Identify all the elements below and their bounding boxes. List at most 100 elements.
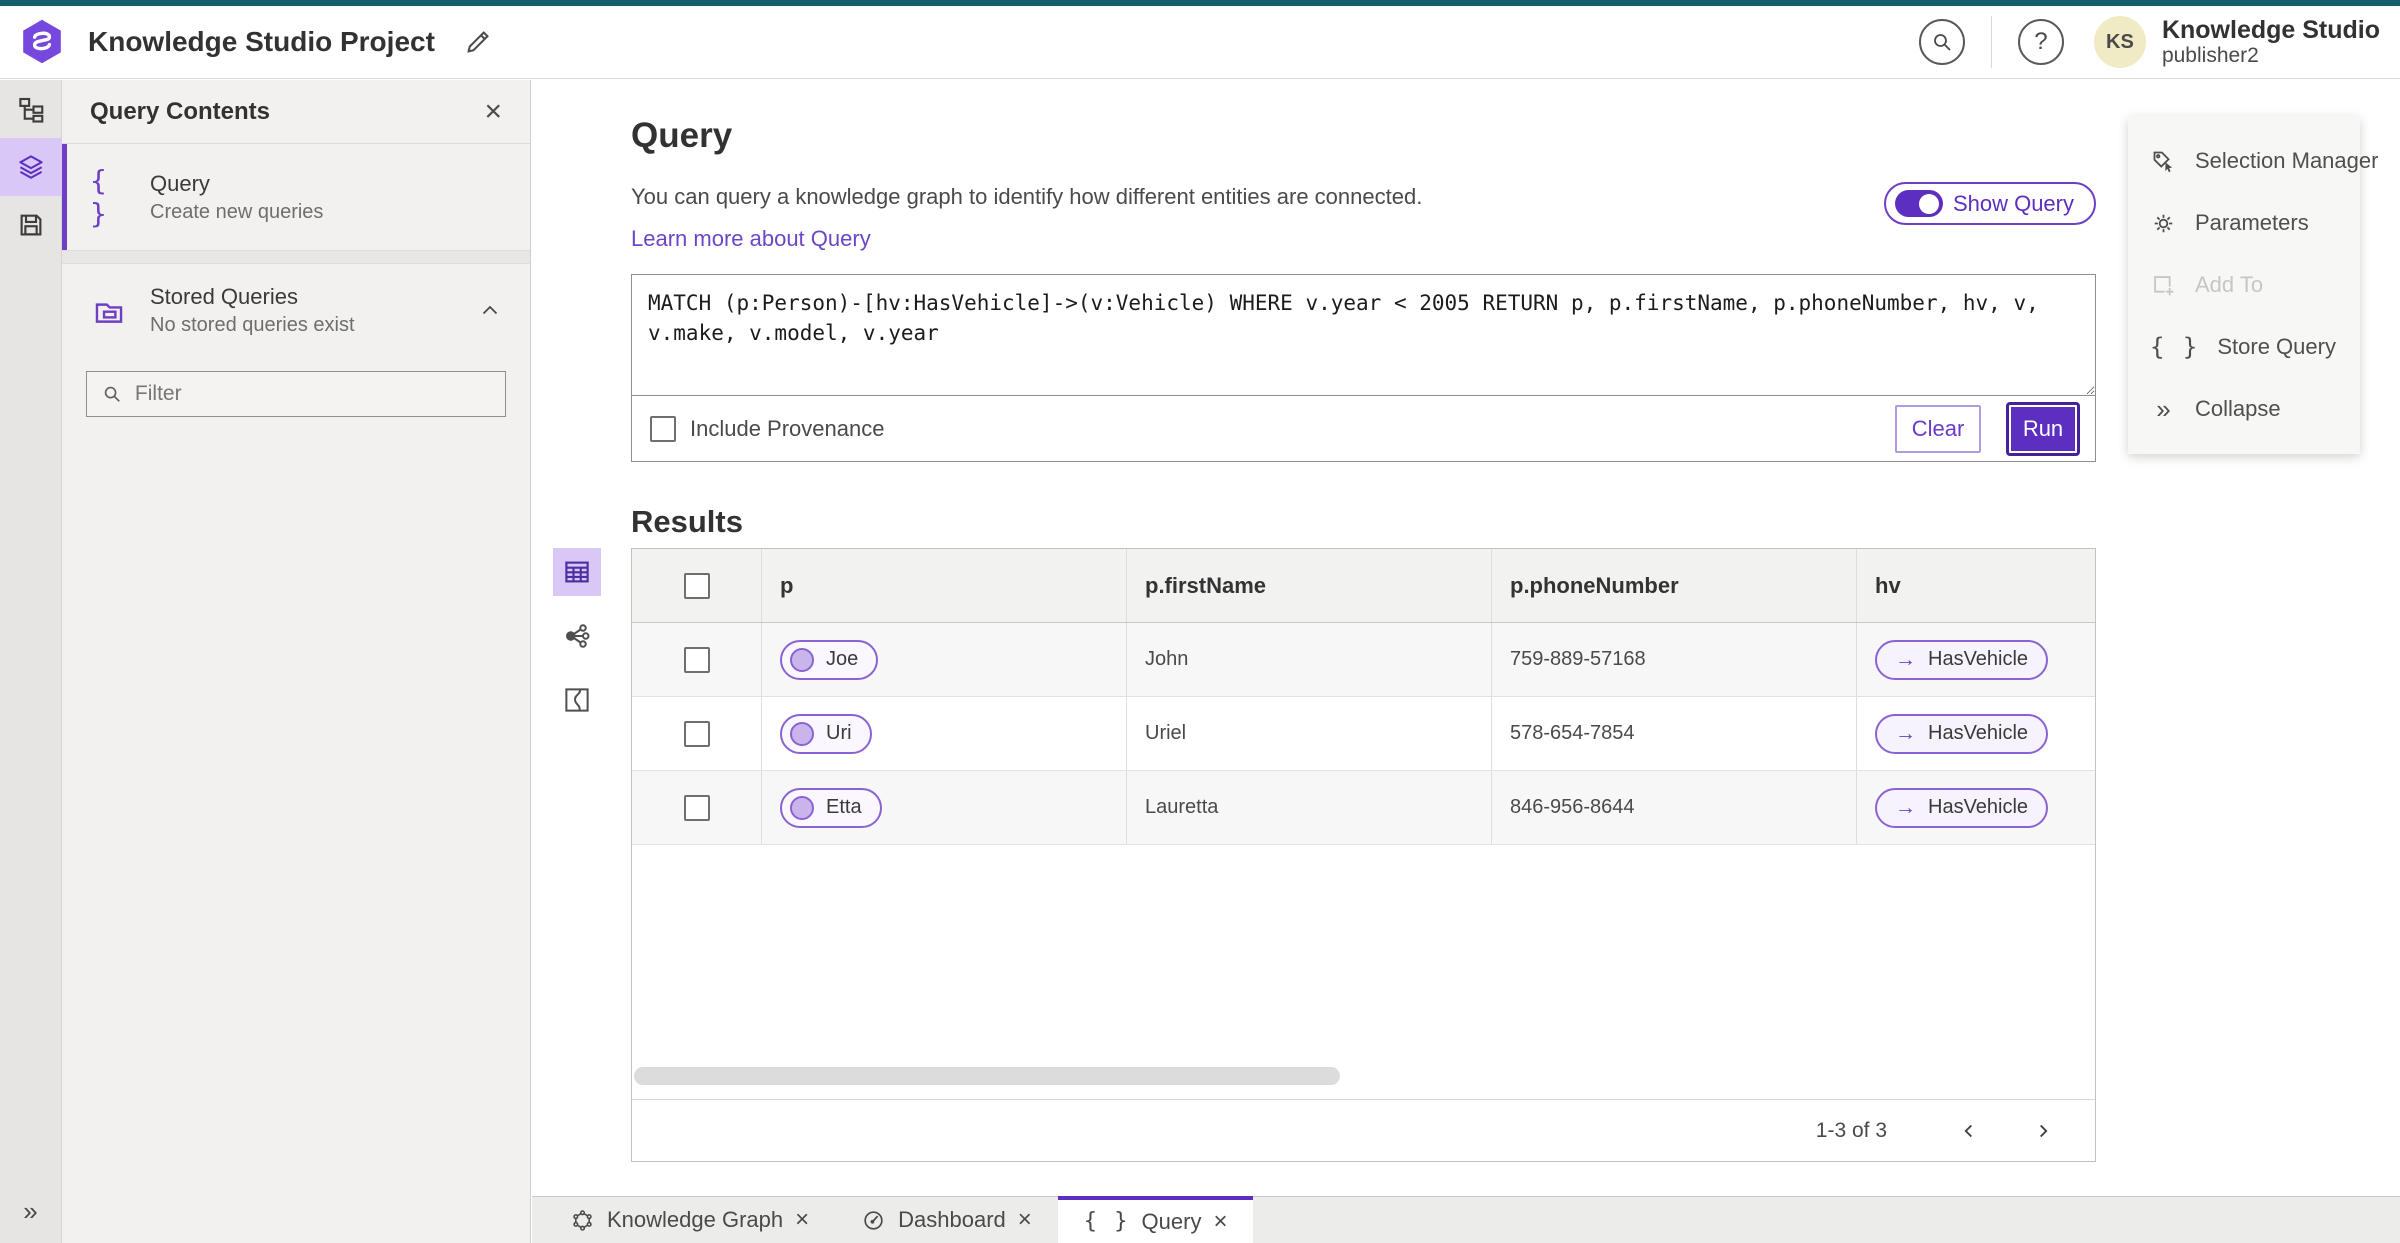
hierarchy-icon — [18, 97, 43, 123]
edit-title-button[interactable] — [463, 25, 497, 59]
panel-item-title: Stored Queries — [150, 284, 298, 309]
row-checkbox[interactable] — [683, 646, 710, 673]
filter-input[interactable] — [134, 382, 491, 406]
row-checkbox[interactable] — [683, 720, 710, 747]
row-checkbox[interactable] — [683, 794, 710, 821]
run-button[interactable]: Run — [2006, 401, 2080, 456]
select-all-checkbox[interactable] — [683, 572, 710, 599]
user-role: publisher2 — [2161, 44, 2259, 68]
query-contents-panel: Query Contents × { } Query Create new qu… — [62, 80, 531, 1243]
firstname-cell: John — [1127, 623, 1492, 696]
column-header-hv[interactable]: hv — [1857, 549, 2095, 622]
tool-label: Selection Manager — [2195, 148, 2379, 173]
selection-manager-button[interactable]: Selection Manager — [2128, 130, 2378, 192]
table-view-button[interactable] — [553, 548, 601, 596]
layers-rail-button[interactable] — [0, 138, 62, 196]
table-row: Uri Uriel 578-654-7854 → HasVehicle — [632, 697, 2095, 771]
avatar-initials: KS — [2106, 30, 2134, 53]
entity-label: Etta — [826, 796, 862, 818]
panel-header: Query Contents × — [62, 80, 530, 144]
save-icon — [20, 214, 41, 236]
collapse-panel-button[interactable]: » Collapse — [2128, 378, 2360, 440]
table-pagination: 1-3 of 3 — [632, 1099, 2095, 1161]
add-to-button[interactable]: Add To — [2128, 254, 2360, 316]
user-name: Knowledge Studio — [2161, 15, 2380, 44]
entity-cell: Uri — [762, 697, 1127, 770]
firstname-cell: Lauretta — [1127, 771, 1492, 844]
relationship-cell: → HasVehicle — [1857, 771, 2095, 844]
toggle-knob — [1918, 193, 1939, 214]
phonenumber-cell: 759-889-57168 — [1492, 623, 1857, 696]
chevron-right-icon — [2040, 1124, 2048, 1137]
results-table-card: p p.firstName p.phoneNumber hv Joe John … — [631, 548, 2096, 1162]
relationship-pill[interactable]: → HasVehicle — [1875, 787, 2049, 828]
relationship-cell: → HasVehicle — [1857, 623, 2095, 696]
close-icon[interactable]: × — [795, 1208, 809, 1232]
toggle-track-on — [1894, 190, 1943, 217]
column-header-firstname[interactable]: p.firstName — [1127, 549, 1492, 622]
panel-item-query[interactable]: { } Query Create new queries — [62, 144, 530, 250]
learn-more-link[interactable]: Learn more about Query — [631, 226, 871, 252]
tab-knowledge-graph[interactable]: Knowledge Graph × — [544, 1197, 835, 1243]
tab-dashboard[interactable]: Dashboard × — [835, 1197, 1058, 1243]
panel-section-gap — [62, 250, 530, 264]
tab-query[interactable]: { } Query × — [1057, 1196, 1254, 1243]
data-model-rail-button[interactable] — [0, 80, 62, 138]
show-query-toggle[interactable]: Show Query — [1883, 182, 2096, 225]
relationship-pill[interactable]: → HasVehicle — [1875, 639, 2049, 680]
relationship-label: HasVehicle — [1928, 722, 2029, 744]
query-tools-panel: Selection Manager Parameters Add To { } … — [2128, 116, 2378, 454]
table-row: Etta Lauretta 846-956-8644 → HasVehicle — [632, 771, 2095, 845]
results-title: Results — [631, 504, 743, 539]
panel-item-stored-queries[interactable]: Stored Queries No stored queries exist — [62, 264, 530, 357]
include-provenance-checkbox[interactable] — [650, 415, 676, 442]
entity-node-icon — [790, 721, 814, 746]
entity-label: Joe — [826, 648, 859, 670]
search-icon — [104, 386, 120, 402]
expand-rail-button[interactable]: » — [23, 1196, 37, 1227]
select-all-cell — [632, 549, 762, 622]
table-icon — [565, 561, 589, 583]
toggle-label: Show Query — [1952, 190, 2074, 216]
collapse-section-button[interactable] — [478, 299, 502, 323]
parameters-button[interactable]: Parameters — [2128, 192, 2360, 254]
query-editor[interactable]: MATCH (p:Person)-[hv:HasVehicle]->(v:Veh… — [632, 275, 2095, 396]
close-icon[interactable]: × — [1018, 1208, 1032, 1232]
relationship-pill[interactable]: → HasVehicle — [1875, 713, 2049, 754]
entity-cell: Etta — [762, 771, 1127, 844]
help-button[interactable]: ? — [2017, 19, 2064, 65]
panel-item-text: Stored Queries No stored queries exist — [150, 284, 355, 337]
column-header-p[interactable]: p — [762, 549, 1127, 622]
link-chart-view-button[interactable] — [553, 612, 601, 660]
folder-icon — [90, 294, 128, 328]
entity-pill[interactable]: Joe — [780, 639, 879, 680]
horizontal-scrollbar[interactable] — [634, 1067, 1340, 1085]
store-query-button[interactable]: { } Store Query — [2128, 316, 2360, 378]
entity-pill[interactable]: Uri — [780, 713, 872, 754]
results-view-rail — [553, 548, 601, 724]
clear-button[interactable]: Clear — [1895, 404, 1981, 453]
avatar[interactable]: KS — [2093, 16, 2146, 68]
search-icon — [1934, 34, 1951, 51]
map-view-button[interactable] — [553, 676, 601, 724]
pencil-icon — [467, 31, 489, 53]
chevron-left-icon — [1964, 1124, 1972, 1137]
panel-close-button[interactable]: × — [484, 96, 502, 127]
header-divider — [1990, 16, 1992, 68]
add-to-icon — [2154, 275, 2174, 295]
close-icon[interactable]: × — [1213, 1209, 1227, 1234]
previous-page-button[interactable] — [1947, 1109, 1991, 1153]
entity-cell: Joe — [762, 623, 1127, 696]
project-title: Knowledge Studio Project — [88, 26, 435, 57]
panel-item-subtitle: No stored queries exist — [150, 314, 355, 336]
app-header: Knowledge Studio Project ? KS Knowledge … — [0, 6, 2400, 79]
entity-pill[interactable]: Etta — [780, 787, 882, 828]
column-header-phonenumber[interactable]: p.phoneNumber — [1492, 549, 1857, 622]
bottom-tab-bar: Knowledge Graph × Dashboard × { } Query … — [532, 1196, 2400, 1243]
map-icon — [565, 688, 589, 712]
search-button[interactable] — [1918, 19, 1965, 65]
relationship-label: HasVehicle — [1928, 796, 2029, 818]
save-rail-button[interactable] — [0, 196, 62, 254]
next-page-button[interactable] — [2021, 1109, 2065, 1153]
left-icon-rail: » — [0, 80, 62, 1243]
